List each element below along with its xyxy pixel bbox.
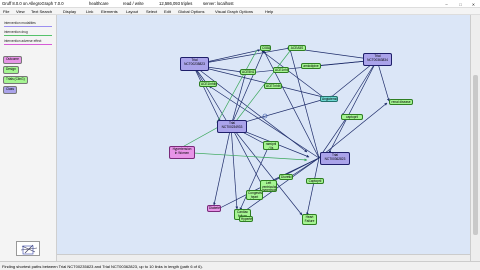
node-trial-4[interactable]: Trial NCT00362823 [320,152,350,165]
app-title: Gruff 8.0.0 on AllegroGraph 7.0.0 [2,1,64,6]
scrollbar-thumb[interactable] [473,75,478,235]
node-concept[interactable]: Heart Failure [302,214,317,225]
node-concept[interactable]: amlodipine [301,63,321,69]
vertical-scrollbar[interactable] [470,15,480,261]
legend-line-swatch [4,35,52,36]
node-concept[interactable]: ACE7nhib [264,83,282,89]
node-trial-3[interactable]: Trial NCT00234933 [217,120,247,133]
menu-elements[interactable]: Elements [101,9,118,14]
close-button[interactable]: ✕ [469,1,478,8]
legend-chip-trials[interactable]: Trials (ClinG) [3,76,28,84]
menu-global-options[interactable]: Global Options [178,9,204,14]
legend-line-swatch [4,44,52,45]
legend-line-2[interactable]: intervention drug [3,30,53,38]
menu-view[interactable]: View [16,9,25,14]
legend-panel: intervention modalities intervention dru… [0,15,57,261]
node-outcome[interactable]: Hypertension in Women [169,146,195,159]
node-concept[interactable]: Captopril [306,178,324,184]
node-concept[interactable]: Hypertension [239,216,253,222]
graph-overview[interactable] [16,241,40,256]
graph-edges [176,46,390,216]
node-trial-2[interactable]: Trial NCT00363834 [363,53,392,66]
maximize-button[interactable]: □ [456,1,465,8]
node-concept[interactable]: Angiotensin [320,96,338,102]
node-concept[interactable]: ACE5N1 [240,69,256,75]
menu-edit[interactable]: Edit [164,9,171,14]
server-name: server: localhost [203,1,234,6]
legend-chip-outcome[interactable]: Outcome [3,56,22,64]
legend-line-3[interactable]: intervention adverse effect [3,39,53,47]
legend-line-label: intervention drug [4,30,28,34]
menu-display[interactable]: Display [63,9,76,14]
node-concept[interactable]: C08A [260,45,271,51]
legend-line-swatch [4,26,52,27]
node-outcome[interactable]: Diabetes [207,205,221,212]
node-concept[interactable]: ACE1Inhib [199,81,217,87]
repository-mode: read / write [123,1,144,6]
menu-help[interactable]: Help [265,9,273,14]
node-concept[interactable]: ACEA5S [288,45,306,51]
status-bar: Finding shortest paths between Trial NCT… [0,261,480,270]
title-bar: Gruff 8.0.0 on AllegroGraph 7.0.0 health… [0,0,480,8]
menu-select[interactable]: Select [146,9,157,14]
node-trial-1[interactable]: Trial NCT00235823 [180,57,209,71]
legend-line-label: intervention modalities [4,21,36,25]
menu-layout[interactable]: Layout [126,9,138,14]
legend-line-label: intervention adverse effect [4,39,42,43]
minimize-button[interactable]: – [442,1,451,8]
menu-visual-graph-options[interactable]: Visual Graph Options [215,9,253,14]
node-concept[interactable]: ramipril / lis [263,141,279,150]
menu-text-search[interactable]: Text Search [31,9,52,14]
menu-file[interactable]: File [3,9,9,14]
node-concept[interactable]: Congestive heart failure [246,190,263,200]
node-concept[interactable]: renal disease [389,99,413,105]
legend-chip-class[interactable]: Class [3,86,17,94]
overview-thumbnail [20,244,38,255]
triple-count: 12,586,093 triples [159,1,193,6]
node-concept[interactable]: captopril [341,114,363,120]
repository-name: healthcare [89,1,109,6]
legend-line-1[interactable]: intervention modalities [3,21,53,29]
horizontal-scrollbar[interactable] [57,254,470,261]
node-concept[interactable]: Diuretic [279,174,293,180]
menu-bar: File View Text Search Display Link Eleme… [0,8,480,15]
menu-link[interactable]: Link [86,9,93,14]
node-concept[interactable]: ACE1nhib [273,67,289,73]
graph-canvas[interactable]: Trial NCT00235823 Trial NCT00363834 Tria… [57,15,470,261]
legend-chip-design[interactable]: Design [3,66,19,74]
status-text: Finding shortest paths between Trial NCT… [2,264,203,269]
